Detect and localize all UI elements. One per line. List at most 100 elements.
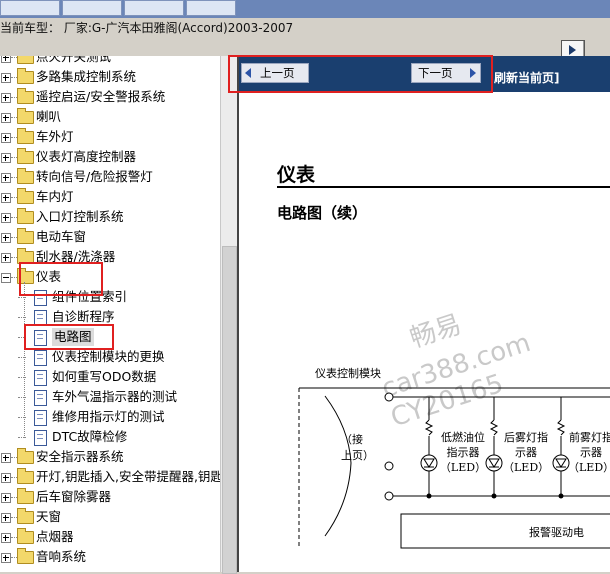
- tree-item[interactable]: 维修用指示灯的测试: [0, 408, 220, 428]
- folder-icon: [17, 88, 34, 104]
- tree-item-label: 车内灯: [36, 189, 74, 204]
- expand-toggle-icon[interactable]: [1, 133, 11, 143]
- toolbar-button-4[interactable]: [186, 0, 236, 16]
- tree-item-label: 维修用指示灯的测试: [52, 409, 165, 424]
- expand-toggle-icon[interactable]: [1, 173, 11, 183]
- circuit-diagram: [298, 387, 610, 549]
- tree-item[interactable]: 仪表灯高度控制器: [0, 148, 220, 168]
- tree-item-label: 后车窗除雾器: [36, 489, 112, 504]
- document-pane: 上一页 下一页 刷新当前页] 仪表 电路图（续） 畅易 car388.com C…: [237, 56, 610, 572]
- expand-toggle-icon[interactable]: [1, 193, 11, 203]
- tree-item[interactable]: DTC故障检修: [0, 428, 220, 448]
- title-divider: [277, 186, 610, 188]
- tree-item-label: 多路集成控制系统: [36, 69, 137, 84]
- expand-toggle-icon[interactable]: [1, 73, 11, 83]
- folder-icon: [17, 528, 34, 544]
- expand-toggle-icon[interactable]: [1, 553, 11, 563]
- document-icon: [34, 370, 47, 386]
- tree-item[interactable]: 安全指示器系统: [0, 448, 220, 468]
- tree-item[interactable]: 音响系统: [0, 548, 220, 568]
- lamp-label-rear-fog: 后雾灯指示器（LED）: [503, 431, 550, 474]
- tree-item[interactable]: 车内灯: [0, 188, 220, 208]
- lamp-label-low-fuel: 低燃油位指示器（LED）: [439, 431, 487, 474]
- tree-item[interactable]: 多路集成控制系统: [0, 68, 220, 88]
- folder-icon: [17, 108, 34, 124]
- page-title: 仪表: [277, 164, 316, 186]
- folder-icon: [17, 148, 34, 164]
- document-icon: [34, 350, 47, 366]
- tree-connector: [24, 282, 25, 438]
- toolbar-button-2[interactable]: [62, 0, 122, 16]
- tree-item-highlight: [19, 262, 103, 296]
- tree-item-label: 转向信号/危险报警灯: [36, 169, 153, 184]
- tree-item-label: DTC故障检修: [52, 429, 128, 444]
- tree-item-label: 开灯,钥匙插入,安全带提醒器,钥匙灯计: [36, 469, 220, 484]
- page-subtitle: 电路图（续）: [277, 204, 368, 222]
- expand-toggle-icon[interactable]: [1, 93, 11, 103]
- tree-item-label: 仪表灯高度控制器: [36, 149, 137, 164]
- tree-item[interactable]: 车外气温指示器的测试: [0, 388, 220, 408]
- tree-item-label: 点火开关测试: [36, 56, 112, 64]
- tree-scrollbar[interactable]: [220, 56, 237, 574]
- expand-toggle-icon[interactable]: [1, 56, 11, 63]
- left-note-label: （接上页）: [341, 433, 374, 462]
- top-toolbar-strip: [0, 0, 610, 18]
- expand-toggle-icon[interactable]: [1, 453, 11, 463]
- tree-item[interactable]: 入口灯控制系统: [0, 208, 220, 228]
- tree-item-label: 如何重写ODO数据: [52, 369, 157, 384]
- folder-icon: [17, 228, 34, 244]
- tree-item[interactable]: 后车窗除雾器: [0, 488, 220, 508]
- folder-icon: [17, 56, 34, 64]
- folder-icon: [17, 508, 34, 524]
- folder-icon: [17, 468, 34, 484]
- expand-toggle-icon[interactable]: [1, 513, 11, 523]
- driver-box-label: 报警驱动电: [529, 526, 584, 539]
- expand-toggle-icon[interactable]: [1, 153, 11, 163]
- tree-item-label: 电动车窗: [36, 229, 87, 244]
- tree-item[interactable]: 电动车窗: [0, 228, 220, 248]
- tree-item[interactable]: 点火开关测试: [0, 56, 220, 68]
- navigation-tree: 点火开关测试多路集成控制系统遥控启运/安全警报系统 喇叭车外灯仪表灯高度控制器转向…: [0, 56, 220, 572]
- lamp-label-front-fog: 前雾灯指示器（LED）: [568, 431, 610, 474]
- expand-toggle-icon[interactable]: [1, 273, 11, 283]
- play-arrow-icon: [569, 45, 576, 55]
- expand-toggle-icon[interactable]: [1, 493, 11, 503]
- tree-item-highlight: [24, 324, 114, 350]
- tree-item[interactable]: 车外灯: [0, 128, 220, 148]
- nav-buttons-highlight: [228, 55, 493, 93]
- toolbar-button-3[interactable]: [124, 0, 184, 16]
- folder-icon: [17, 488, 34, 504]
- header-bar: 当前车型： 厂家:G-广汽本田雅阁(Accord)2003-2007: [0, 18, 610, 62]
- expand-toggle-icon[interactable]: [1, 533, 11, 543]
- tree-item-label: 遥控启运/安全警报系统: [36, 89, 166, 104]
- expand-toggle-icon[interactable]: [1, 213, 11, 223]
- watermark-text: 畅易: [406, 309, 466, 355]
- tree-item[interactable]: 开灯,钥匙插入,安全带提醒器,钥匙灯计: [0, 468, 220, 488]
- toolbar-button-1[interactable]: [0, 0, 60, 16]
- folder-icon: [17, 68, 34, 84]
- tree-item-label: 安全指示器系统: [36, 449, 124, 464]
- tree-item[interactable]: 转向信号/危险报警灯: [0, 168, 220, 188]
- folder-icon: [17, 128, 34, 144]
- expand-toggle-icon[interactable]: [1, 233, 11, 243]
- folder-icon: [17, 188, 34, 204]
- folder-icon: [17, 208, 34, 224]
- tree-item[interactable]: 仪表控制模块的更换: [0, 348, 220, 368]
- tree-scrollbar-thumb[interactable]: [222, 246, 237, 574]
- expand-toggle-icon[interactable]: [1, 253, 11, 263]
- tree-item-label: 喇叭: [36, 109, 62, 124]
- tree-item-label: 仪表控制模块的更换: [52, 349, 165, 364]
- document-icon: [34, 430, 47, 446]
- tree-item[interactable]: 点烟器: [0, 528, 220, 548]
- tree-item[interactable]: 遥控启运/安全警报系统: [0, 88, 220, 108]
- tree-item[interactable]: 天窗: [0, 508, 220, 528]
- tree-item[interactable]: 喇叭: [0, 108, 220, 128]
- expand-toggle-icon[interactable]: [1, 113, 11, 123]
- folder-icon: [17, 548, 34, 564]
- folder-icon: [17, 448, 34, 464]
- expand-toggle-icon[interactable]: [1, 473, 11, 483]
- tree-item[interactable]: 如何重写ODO数据: [0, 368, 220, 388]
- tree-item-label: 车外气温指示器的测试: [52, 389, 178, 404]
- refresh-page-link[interactable]: 刷新当前页]: [494, 69, 560, 86]
- tree-item-label: 车外灯: [36, 129, 74, 144]
